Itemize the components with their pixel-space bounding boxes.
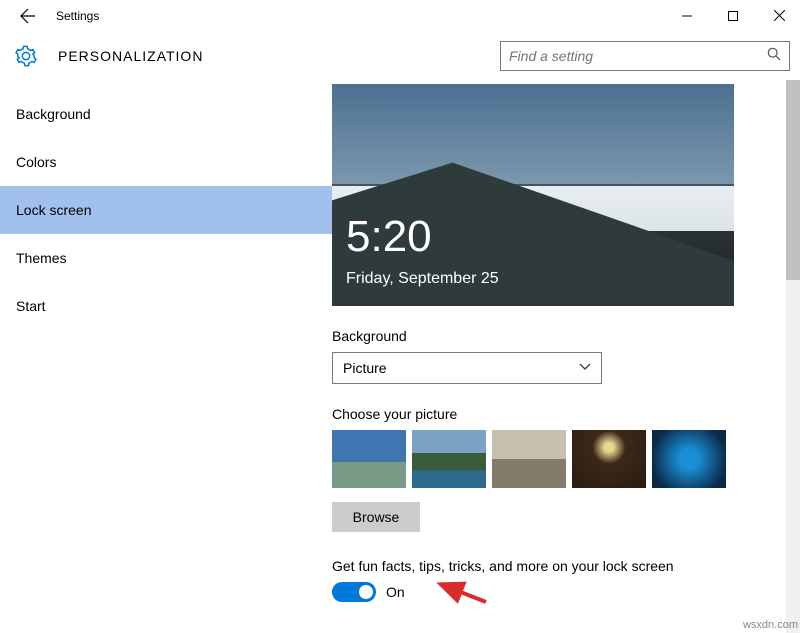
sidebar-item-themes[interactable]: Themes — [0, 234, 332, 282]
window-controls — [664, 0, 802, 32]
back-arrow-icon — [20, 8, 36, 24]
picture-thumb-5[interactable] — [652, 430, 726, 488]
choose-picture-label: Choose your picture — [332, 406, 772, 422]
picture-thumb-2[interactable] — [412, 430, 486, 488]
background-dropdown[interactable]: Picture — [332, 352, 602, 384]
fun-facts-label: Get fun facts, tips, tricks, and more on… — [332, 558, 772, 574]
sidebar: Background Colors Lock screen Themes Sta… — [0, 80, 332, 633]
picture-thumb-4[interactable] — [572, 430, 646, 488]
search-wrap — [500, 41, 790, 71]
close-button[interactable] — [756, 0, 802, 32]
search-input[interactable] — [509, 48, 767, 64]
lock-screen-preview: 5:20 Friday, September 25 — [332, 84, 734, 306]
picture-thumbnails — [332, 430, 772, 488]
titlebar: Settings — [0, 0, 802, 32]
sidebar-item-lock-screen[interactable]: Lock screen — [0, 186, 332, 234]
preview-time: 5:20 — [346, 212, 432, 262]
sidebar-item-label: Background — [16, 106, 91, 122]
browse-button[interactable]: Browse — [332, 502, 420, 532]
toggle-state: On — [386, 584, 405, 600]
toggle-row: On — [332, 582, 772, 602]
sidebar-item-colors[interactable]: Colors — [0, 138, 332, 186]
chevron-down-icon — [579, 363, 591, 374]
annotation-arrow-browse — [432, 578, 492, 608]
picture-thumb-1[interactable] — [332, 430, 406, 488]
back-button[interactable] — [8, 0, 48, 32]
sidebar-item-start[interactable]: Start — [0, 282, 332, 330]
toggle-knob — [359, 585, 373, 599]
minimize-icon — [682, 11, 692, 21]
preview-date: Friday, September 25 — [346, 270, 499, 288]
maximize-button[interactable] — [710, 0, 756, 32]
minimize-button[interactable] — [664, 0, 710, 32]
content: 5:20 Friday, September 25 Background Pic… — [332, 80, 802, 633]
page-title: PERSONALIZATION — [58, 48, 203, 64]
annotation-arrow-dropdown — [332, 428, 340, 464]
sidebar-item-background[interactable]: Background — [0, 90, 332, 138]
sidebar-item-label: Start — [16, 298, 46, 314]
watermark: wsxdn.com — [743, 619, 798, 631]
search-box[interactable] — [500, 41, 790, 71]
preview-sky — [332, 84, 734, 184]
sidebar-item-label: Colors — [16, 154, 56, 170]
header: PERSONALIZATION — [0, 32, 802, 80]
close-icon — [774, 10, 785, 21]
background-label: Background — [332, 328, 772, 344]
dropdown-selected: Picture — [343, 360, 579, 376]
maximize-icon — [728, 11, 738, 21]
picture-thumb-3[interactable] — [492, 430, 566, 488]
fun-facts-toggle[interactable] — [332, 582, 376, 602]
scrollbar-thumb[interactable] — [786, 80, 800, 280]
sidebar-item-label: Lock screen — [16, 202, 91, 218]
body: Background Colors Lock screen Themes Sta… — [0, 80, 802, 633]
sidebar-item-label: Themes — [16, 250, 67, 266]
window-title: Settings — [56, 9, 99, 23]
search-icon — [767, 47, 781, 66]
gear-icon — [12, 42, 40, 70]
